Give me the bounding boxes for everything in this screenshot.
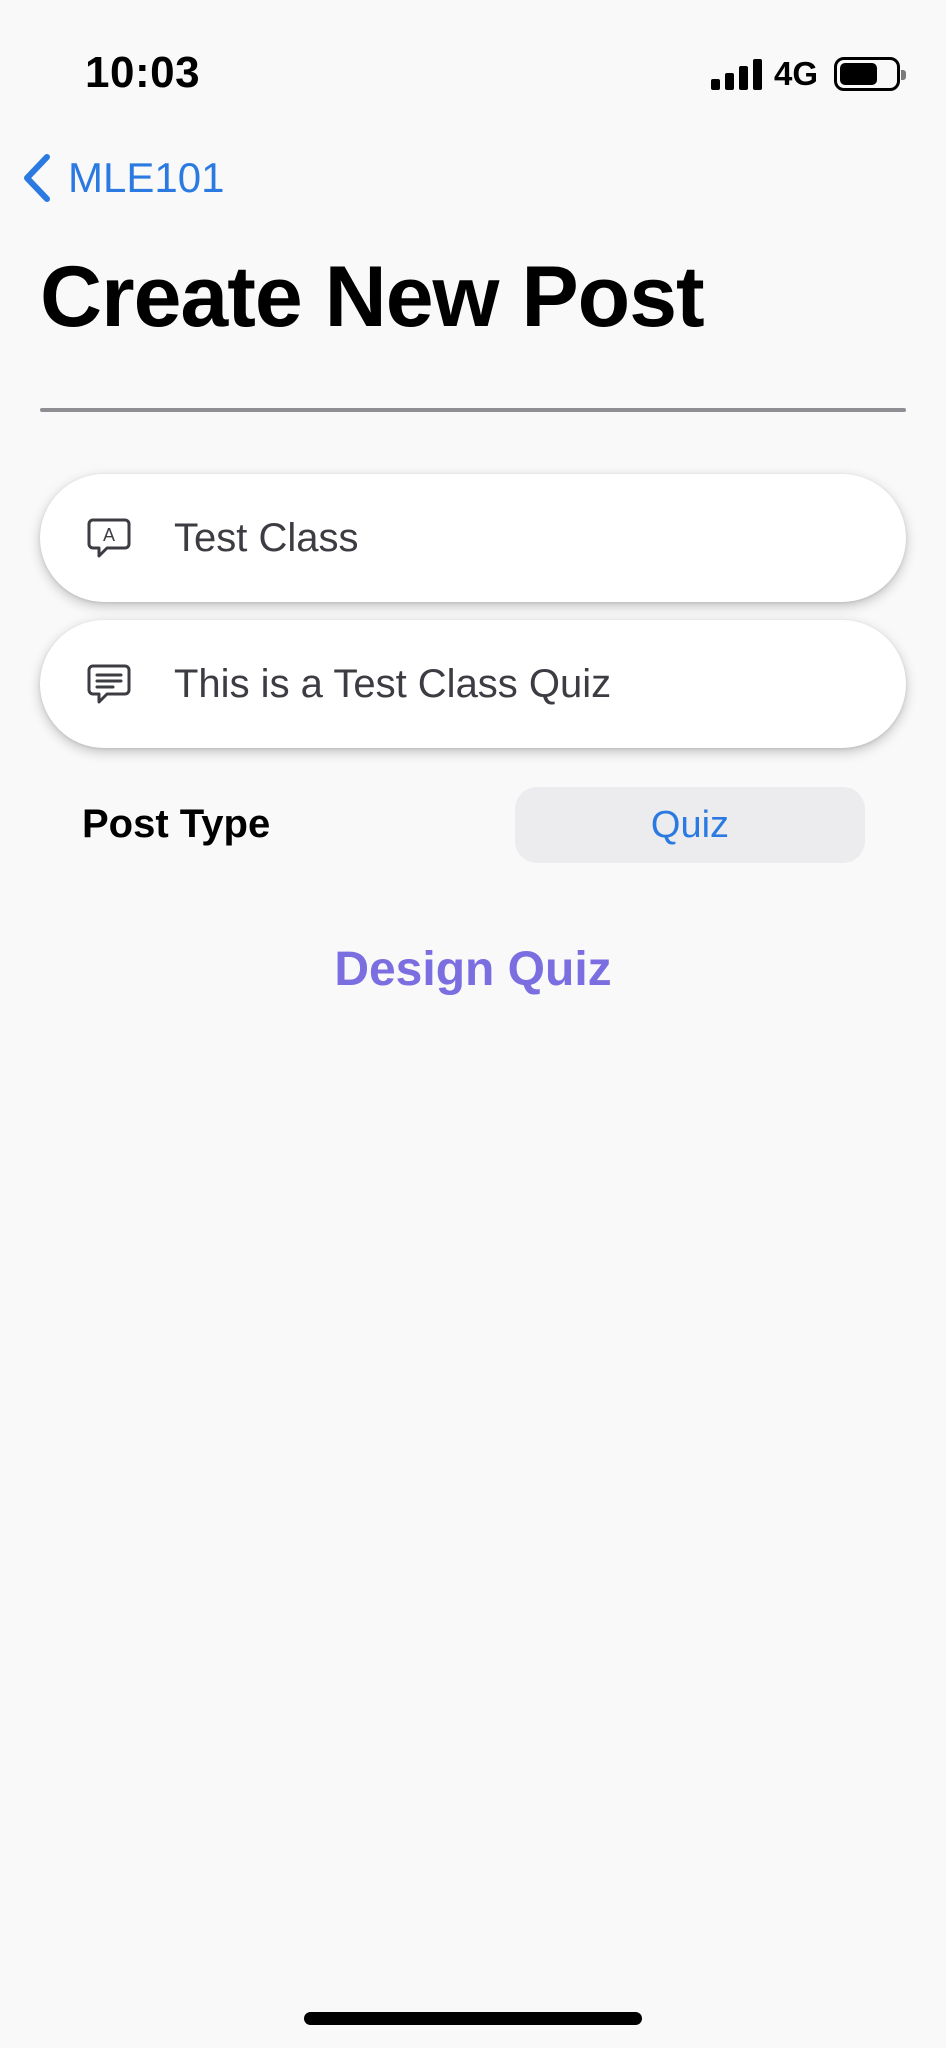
back-button-label: MLE101	[68, 154, 225, 201]
status-time: 10:03	[85, 48, 201, 97]
signal-bars-icon	[710, 58, 762, 90]
create-post-screen: 10:03 4G MLE101 Create New Post A Test C…	[0, 0, 946, 2048]
post-title-value: Test Class	[174, 515, 359, 560]
speech-bubble-letter-a-icon: A	[84, 513, 134, 563]
post-description-field[interactable]: This is a Test Class Quiz	[40, 620, 906, 748]
page-title: Create New Post	[40, 249, 705, 345]
title-divider	[40, 408, 906, 412]
battery-icon	[834, 57, 906, 91]
back-button[interactable]: MLE101	[20, 152, 224, 204]
home-indicator[interactable]	[304, 2012, 642, 2025]
post-description-value: This is a Test Class Quiz	[174, 661, 612, 706]
chevron-left-icon	[24, 154, 50, 202]
design-quiz-button[interactable]: Design Quiz	[0, 942, 946, 997]
post-type-label: Post Type	[82, 802, 271, 846]
svg-text:A: A	[103, 525, 115, 545]
speech-bubble-text-icon	[84, 659, 134, 709]
network-type: 4G	[773, 55, 818, 92]
post-type-picker[interactable]: Quiz	[515, 787, 865, 863]
post-title-field[interactable]: A Test Class	[40, 474, 906, 602]
status-bar-right: 4G	[710, 54, 906, 94]
